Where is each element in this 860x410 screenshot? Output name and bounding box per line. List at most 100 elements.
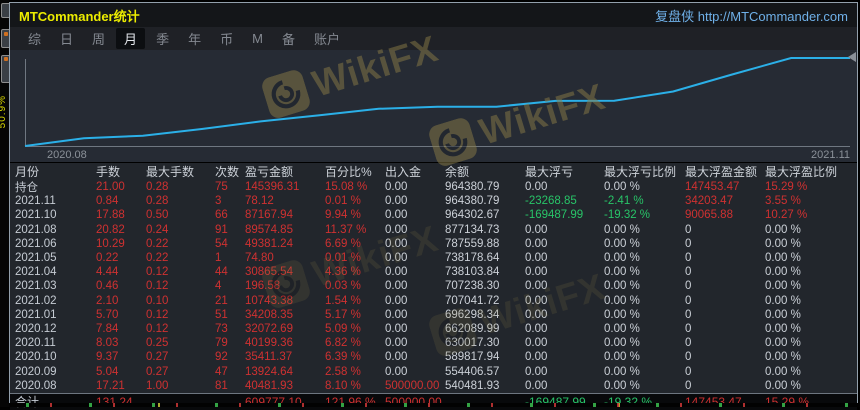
menu-item-综[interactable]: 综	[20, 28, 49, 49]
cell: 0.12	[146, 308, 169, 321]
cell: 2.58 %	[325, 365, 361, 378]
cell: 696298.34	[445, 308, 500, 321]
cell: 0.00	[385, 337, 408, 350]
table-row[interactable]: 持仓 21.00 0.28 75 145396.31 15.08 % 0.00 964380.…	[10, 180, 857, 194]
cell: 145396.31	[245, 181, 300, 194]
cell: 34203.47	[685, 195, 733, 208]
cell: 0.00	[525, 337, 548, 350]
cell: 0.24	[146, 223, 169, 236]
menu-item-备[interactable]: 备	[274, 28, 303, 49]
table-row[interactable]: 2021.11 0.84 0.28 3 78.12 0.01 % 0.00 964380.79…	[10, 194, 857, 208]
cell: 1.54 %	[325, 294, 361, 307]
column-header[interactable]: 最大浮盈比例	[765, 163, 857, 180]
column-header[interactable]: 最大手数	[146, 163, 215, 180]
menu-item-周[interactable]: 周	[84, 28, 113, 49]
chart-scroll-arrow-icon[interactable]	[848, 52, 856, 62]
background-candlesticks	[9, 403, 860, 407]
cell: 0.00	[385, 252, 408, 265]
background-percent-label: 50.9%	[0, 95, 8, 129]
cell: 0.00 %	[604, 294, 640, 307]
cell: 0.00	[385, 237, 408, 250]
cell: 35411.37	[245, 351, 293, 364]
cell: 4	[215, 280, 222, 293]
cell: 11.37 %	[325, 223, 367, 236]
cell: 5.09 %	[325, 322, 361, 335]
cell: 0	[685, 252, 692, 265]
cell: 662089.99	[445, 322, 500, 335]
table-row[interactable]: 2021.04 4.44 0.12 44 30865.54 4.36 % 0.00 73810…	[10, 265, 857, 279]
menu-item-日[interactable]: 日	[52, 28, 81, 49]
title-bar[interactable]: MTCommander统计 复盘侠 http://MTCommander.com	[10, 3, 857, 27]
cell: 2021.02	[15, 294, 57, 307]
cell: 0	[685, 351, 692, 364]
table-row[interactable]: 2021.01 5.70 0.12 51 34208.35 5.17 % 0.00 69629…	[10, 308, 857, 322]
cell: 0.00	[525, 237, 548, 250]
column-header[interactable]: 盈亏金额	[245, 163, 325, 180]
menu-item-年[interactable]: 年	[180, 28, 209, 49]
cell: 49381.24	[245, 237, 293, 250]
cell: 738103.84	[445, 266, 500, 279]
cell: 0.00	[385, 365, 408, 378]
monthly-stats-table: 月份 手数 最大手数 次数 盈亏金额 百分比% 出入金 余额 最大浮亏 最大浮亏比例 最大浮盈金额最…	[10, 162, 857, 410]
background-window-fragment-left: 50.9%	[0, 0, 9, 407]
menu-item-账户[interactable]: 账户	[306, 28, 348, 49]
table-row[interactable]: 2020.12 7.84 0.12 73 32072.69 5.09 % 0.00 66208…	[10, 322, 857, 336]
cell: 0.00 %	[604, 280, 640, 293]
cell: 0.00 %	[765, 252, 801, 265]
menu-item-季[interactable]: 季	[148, 28, 177, 49]
column-header[interactable]: 手数	[96, 163, 146, 180]
cell: 持仓	[15, 182, 38, 195]
column-header[interactable]: 月份	[15, 163, 96, 180]
cell: 0.12	[146, 280, 169, 293]
cell: 877134.73	[445, 223, 500, 236]
cell: 54	[215, 237, 228, 250]
menu-item-月[interactable]: 月	[116, 28, 146, 49]
cell: 21.00	[96, 181, 125, 194]
cell: 3	[215, 195, 222, 208]
cell: 17.88	[96, 209, 125, 222]
cell: 0.01 %	[325, 252, 361, 265]
cell: 89574.85	[245, 223, 293, 236]
cell: 540481.93	[445, 379, 500, 392]
menu-item-币[interactable]: 币	[212, 28, 241, 49]
table-row[interactable]: 2020.10 9.37 0.27 92 35411.37 6.39 % 0.00 58981…	[10, 350, 857, 364]
equity-chart: 2020.08 2021.11	[10, 50, 857, 162]
cell: 964380.79	[445, 195, 500, 208]
column-header[interactable]: 次数	[215, 163, 245, 180]
cell: 0.00	[385, 181, 408, 194]
column-header[interactable]: 最大浮盈金额	[685, 163, 765, 180]
cell: 17.21	[96, 379, 125, 392]
table-row[interactable]: 2020.11 8.03 0.25 79 40199.36 6.82 % 0.00 63001…	[10, 336, 857, 350]
cell: 10.29	[96, 237, 125, 250]
total-row[interactable]: 合计131.24609777.10121.96 %500000.00-16948…	[10, 392, 857, 410]
table-row[interactable]: 2021.05 0.22 0.22 1 74.80 0.01 % 0.00 738178.64…	[10, 251, 857, 265]
column-header[interactable]: 百分比%	[325, 163, 385, 180]
column-header[interactable]: 余额	[445, 163, 525, 180]
table-row[interactable]: 2021.06 10.29 0.22 54 49381.24 6.69 % 0.00 7875…	[10, 237, 857, 251]
cell: 79	[215, 337, 228, 350]
cell: 合计	[15, 393, 96, 410]
table-row[interactable]: 2021.02 2.10 0.10 21 10743.38 1.54 % 0.00 70704…	[10, 294, 857, 308]
column-header[interactable]: 最大浮亏	[525, 163, 604, 180]
cell: 0.00 %	[765, 365, 801, 378]
cell: 2.10	[96, 294, 119, 307]
column-header[interactable]: 最大浮亏比例	[604, 163, 685, 180]
column-header[interactable]: 出入金	[385, 163, 445, 180]
cell: 787559.88	[445, 237, 500, 250]
cell: 2020.11	[15, 337, 56, 350]
table-row[interactable]: 2021.10 17.88 0.50 66 87167.94 9.94 % 0.00 9643…	[10, 208, 857, 222]
cell: -169487.99	[525, 209, 584, 222]
table-row[interactable]: 2021.08 20.82 0.24 91 89574.85 11.37 % 0.00 877…	[10, 223, 857, 237]
brand-link[interactable]: 复盘侠 http://MTCommander.com	[655, 6, 848, 25]
cell: 0.00 %	[765, 351, 801, 364]
table-row[interactable]: 2020.08 17.21 1.00 81 40481.93 8.10 % 500000.0…	[10, 379, 857, 393]
cell: 0.00	[525, 266, 548, 279]
cell: 3.55 %	[765, 195, 801, 208]
background-toolbar-icon	[1, 3, 9, 18]
cell: 21	[215, 294, 228, 307]
table-row[interactable]: 2021.03 0.46 0.12 4 196.58 0.03 % 0.00 707238.3…	[10, 279, 857, 293]
cell: 0.00	[525, 322, 548, 335]
menu-item-M[interactable]: M	[244, 30, 271, 47]
cell: 44	[215, 266, 228, 279]
table-row[interactable]: 2020.09 5.04 0.27 47 13924.64 2.58 % 0.00 55440…	[10, 364, 857, 378]
